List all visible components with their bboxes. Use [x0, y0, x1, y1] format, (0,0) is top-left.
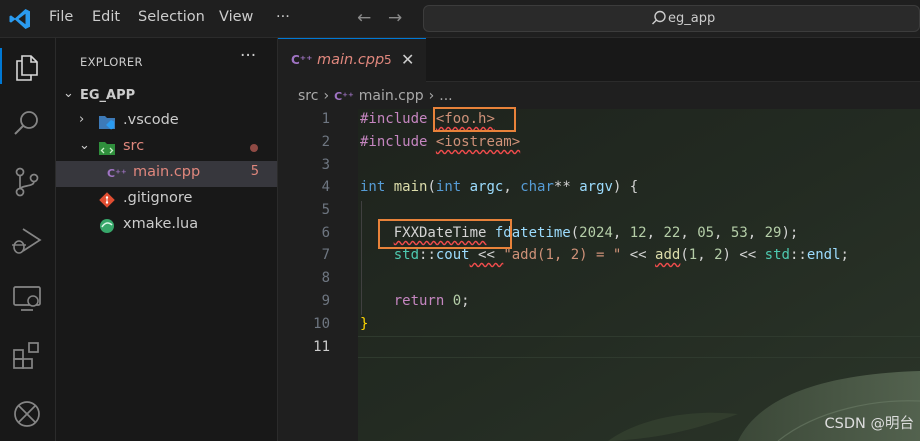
editor-background-leaf-image — [358, 109, 920, 441]
explorer-sidebar: EXPLORER ··· ⌄ EG_APP › .vscode ⌄ src C⁺… — [56, 38, 278, 441]
vscode-logo-icon — [9, 9, 30, 29]
chevron-down-icon: ⌄ — [63, 86, 74, 101]
search-icon — [652, 10, 666, 25]
search-text: eg_app — [668, 11, 716, 26]
source-control-icon[interactable] — [10, 165, 44, 199]
chevron-right-icon: › — [323, 88, 330, 104]
command-center-search[interactable]: eg_app — [423, 5, 920, 32]
extensions-icon[interactable] — [10, 339, 44, 373]
chevron-down-icon: ⌄ — [79, 138, 90, 153]
tab-main-cpp[interactable]: C⁺⁺ main.cpp 5 ✕ — [278, 38, 426, 82]
tab-strip: C⁺⁺ main.cpp 5 ✕ — [278, 38, 920, 82]
breadcrumb-src[interactable]: src — [298, 88, 318, 104]
line-number: 8 — [321, 270, 330, 286]
back-arrow-icon[interactable]: ← — [357, 8, 371, 28]
explorer-icon[interactable] — [10, 50, 44, 84]
src-folder-icon — [99, 142, 115, 155]
menu-selection[interactable]: Selection — [138, 9, 205, 25]
breadcrumb: src › C⁺⁺ main.cpp ›... — [298, 88, 458, 104]
cpp-file-icon: C⁺⁺ — [107, 167, 127, 180]
explorer-more-actions[interactable]: ··· — [240, 46, 256, 66]
line-number: 5 — [321, 202, 330, 218]
forward-arrow-icon[interactable]: → — [388, 8, 402, 28]
chevron-right-icon: › — [428, 88, 435, 104]
breadcrumb-main-cpp[interactable]: main.cpp — [359, 88, 424, 104]
code-line-2[interactable]: #include <iostream> — [360, 134, 520, 150]
git-file-icon — [99, 192, 115, 208]
vscode-folder-icon — [99, 116, 115, 130]
annotation-box-include — [433, 107, 516, 132]
tree-item-xmake-lua[interactable]: xmake.lua — [56, 213, 277, 239]
menu-view[interactable]: View — [219, 9, 253, 25]
current-line-highlight — [358, 336, 920, 358]
code-line-10[interactable]: } — [360, 316, 368, 332]
modified-dot — [250, 144, 258, 152]
menu-file[interactable]: File — [49, 9, 73, 25]
line-number: 4 — [321, 179, 330, 195]
line-number: 1 — [321, 111, 330, 127]
line-number: 7 — [321, 247, 330, 263]
active-indicator — [0, 48, 2, 84]
title-bar: File Edit Selection View ··· ← → eg_app — [0, 0, 920, 38]
explorer-title: EXPLORER — [80, 55, 143, 69]
line-number: 6 — [321, 225, 330, 241]
code-line-7[interactable]: std::cout << "add(1, 2) = " << add(1, 2)… — [360, 247, 849, 263]
cpp-file-icon: C⁺⁺ — [291, 53, 313, 67]
activity-bar — [0, 38, 56, 441]
line-number-current: 11 — [313, 339, 330, 355]
line-number: 3 — [321, 157, 330, 173]
close-icon[interactable]: ✕ — [401, 50, 414, 69]
code-line-9[interactable]: return 0; — [360, 293, 470, 309]
line-number: 2 — [321, 134, 330, 150]
tree-item-gitignore[interactable]: .gitignore — [56, 187, 277, 213]
xmake-icon[interactable] — [10, 397, 44, 431]
cpp-file-icon: C⁺⁺ — [334, 90, 354, 103]
tree-root-eg-app[interactable]: ⌄ EG_APP — [56, 83, 277, 109]
breadcrumb-symbol[interactable]: ... — [439, 88, 452, 104]
xmake-lua-file-icon — [100, 219, 114, 233]
run-debug-icon[interactable] — [10, 223, 44, 257]
menu-edit[interactable]: Edit — [92, 9, 120, 25]
tree-item-src[interactable]: ⌄ src — [56, 135, 277, 161]
line-number: 9 — [321, 293, 330, 309]
tree-item-vscode[interactable]: › .vscode — [56, 109, 277, 135]
menu-more[interactable]: ··· — [276, 9, 290, 25]
watermark-text: CSDN @明台 — [824, 416, 914, 432]
tab-problem-count: 5 — [384, 53, 392, 67]
editor-area: C⁺⁺ main.cpp 5 ✕ src › C⁺⁺ main.cpp ›... 1 2… — [278, 38, 920, 441]
code-line-4[interactable]: int main(int argc, char** argv) { — [360, 179, 638, 195]
problem-count-badge: 5 — [250, 164, 259, 179]
annotation-box-type — [378, 219, 512, 249]
chevron-right-icon: › — [79, 112, 85, 127]
tree-item-main-cpp[interactable]: C⁺⁺ main.cpp 5 — [56, 161, 277, 187]
remote-explorer-icon[interactable] — [10, 281, 44, 315]
search-icon[interactable] — [10, 107, 44, 141]
line-number: 10 — [313, 316, 330, 332]
